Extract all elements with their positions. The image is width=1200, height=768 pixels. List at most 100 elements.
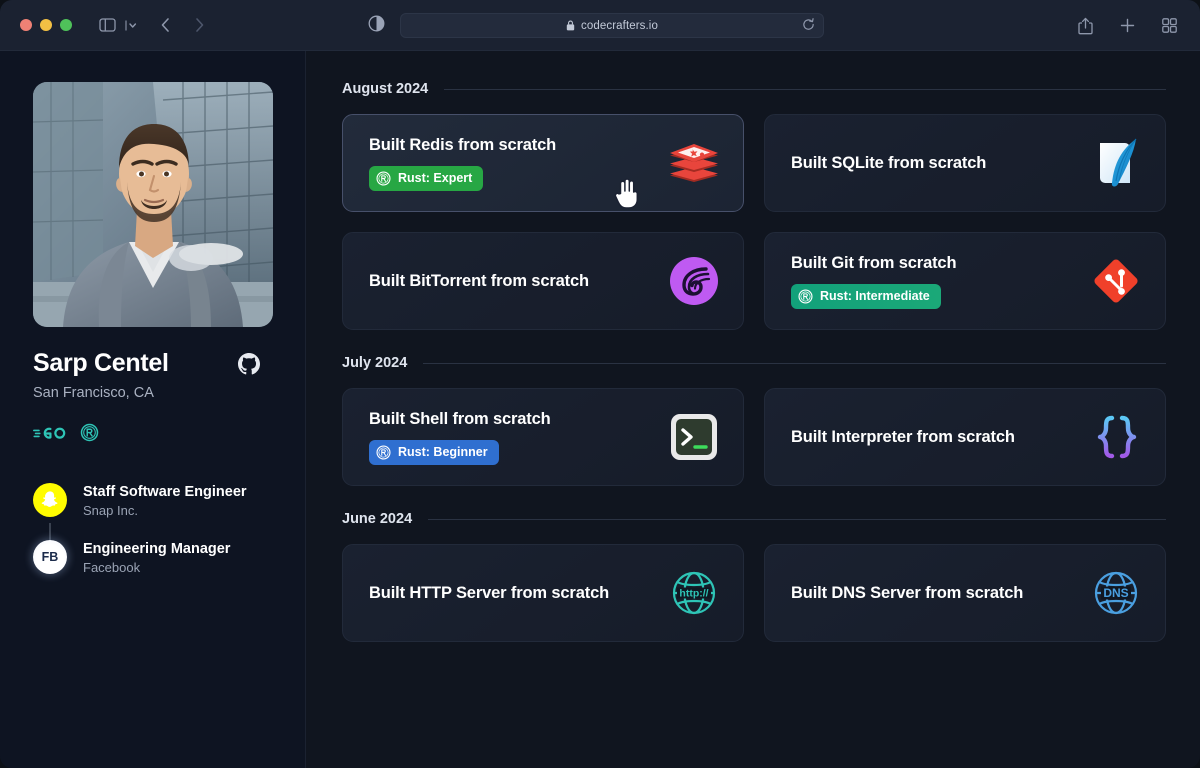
- window-controls: [20, 19, 72, 31]
- bittorrent-icon: [667, 254, 721, 308]
- challenge-card-git[interactable]: Built Git from scratch Rust: Intermediat…: [764, 232, 1166, 330]
- rust-icon: [80, 423, 99, 447]
- experience-title: Engineering Manager: [83, 541, 230, 557]
- card-body: Built BitTorrent from scratch: [369, 272, 667, 291]
- browser-window: codecrafters.io: [0, 0, 1200, 768]
- challenge-card-redis[interactable]: Built Redis from scratch Rust: Expert: [342, 114, 744, 212]
- divider: [423, 363, 1166, 364]
- badge-label: Rust: Expert: [398, 171, 472, 185]
- month-header: June 2024: [342, 511, 1166, 527]
- card-title: Built Git from scratch: [791, 254, 1089, 273]
- card-grid: Built HTTP Server from scratch: [342, 544, 1166, 642]
- sidebar-dropdown-icon[interactable]: [122, 12, 138, 38]
- status-badge: Rust: Intermediate: [791, 284, 941, 309]
- card-grid: Built Shell from scratch Rust: Beginner: [342, 388, 1166, 486]
- rust-icon: [376, 445, 391, 460]
- divider: [428, 519, 1166, 520]
- card-body: Built Git from scratch Rust: Intermediat…: [791, 254, 1089, 309]
- page-content: Sarp Centel San Francisco, CA: [0, 51, 1200, 768]
- sidebar-toggle-group: [94, 12, 138, 38]
- badge-label: Rust: Beginner: [398, 445, 488, 459]
- git-icon: [1089, 254, 1143, 308]
- toolbar-actions: [1072, 0, 1182, 51]
- new-tab-icon[interactable]: [1114, 13, 1140, 39]
- dns-server-icon: DNS: [1089, 566, 1143, 620]
- status-badge: Rust: Beginner: [369, 440, 499, 465]
- badge-label: Rust: Intermediate: [820, 289, 930, 303]
- back-button[interactable]: [152, 12, 178, 38]
- page-title: Sarp Centel: [33, 349, 169, 378]
- month-label: August 2024: [342, 81, 428, 97]
- profile-identity: Sarp Centel: [33, 349, 272, 378]
- redis-icon: [667, 136, 721, 190]
- sidebar-toggle-icon[interactable]: [94, 12, 120, 38]
- shell-icon: [667, 410, 721, 464]
- card-title: Built HTTP Server from scratch: [369, 584, 667, 603]
- list-item[interactable]: FB Engineering Manager Facebook: [33, 540, 272, 575]
- github-icon[interactable]: [238, 353, 260, 375]
- challenge-card-sqlite[interactable]: Built SQLite from scratch: [764, 114, 1166, 212]
- facebook-icon: FB: [33, 540, 67, 574]
- sqlite-icon: [1089, 136, 1143, 190]
- browser-toolbar: codecrafters.io: [0, 0, 1200, 51]
- card-body: Built Interpreter from scratch: [791, 428, 1089, 447]
- divider: [444, 89, 1166, 90]
- challenge-card-http-server[interactable]: Built HTTP Server from scratch: [342, 544, 744, 642]
- minimize-window-button[interactable]: [40, 19, 52, 31]
- interpreter-icon: [1089, 410, 1143, 464]
- svg-text:DNS: DNS: [1103, 586, 1128, 600]
- rust-icon: [376, 171, 391, 186]
- experience-company: Facebook: [83, 560, 230, 575]
- avatar: [33, 82, 273, 327]
- http-server-icon: http://: [667, 566, 721, 620]
- challenge-card-interpreter[interactable]: Built Interpreter from scratch: [764, 388, 1166, 486]
- card-title: Built SQLite from scratch: [791, 154, 1089, 173]
- month-header: August 2024: [342, 81, 1166, 97]
- card-title: Built Shell from scratch: [369, 410, 667, 429]
- month-label: July 2024: [342, 355, 407, 371]
- list-item[interactable]: Staff Software Engineer Snap Inc.: [33, 483, 272, 518]
- month-label: June 2024: [342, 511, 412, 527]
- challenge-card-bittorrent[interactable]: Built BitTorrent from scratch: [342, 232, 744, 330]
- card-title: Built BitTorrent from scratch: [369, 272, 667, 291]
- reload-icon[interactable]: [802, 18, 815, 36]
- experience-text: Engineering Manager Facebook: [83, 540, 230, 575]
- address-bar[interactable]: codecrafters.io: [400, 13, 824, 38]
- card-title: Built Interpreter from scratch: [791, 428, 1089, 447]
- share-icon[interactable]: [1072, 13, 1098, 39]
- challenge-card-shell[interactable]: Built Shell from scratch Rust: Beginner: [342, 388, 744, 486]
- maximize-window-button[interactable]: [60, 19, 72, 31]
- close-window-button[interactable]: [20, 19, 32, 31]
- experience-company: Snap Inc.: [83, 503, 247, 518]
- card-body: Built DNS Server from scratch: [791, 584, 1089, 603]
- status-badge: Rust: Expert: [369, 166, 483, 191]
- forward-button[interactable]: [186, 12, 212, 38]
- rust-icon: [798, 289, 813, 304]
- navigation-buttons: [152, 12, 212, 38]
- lock-icon: [566, 20, 575, 31]
- card-body: Built HTTP Server from scratch: [369, 584, 667, 603]
- tab-overview-icon[interactable]: [1156, 13, 1182, 39]
- url-text: codecrafters.io: [581, 20, 658, 32]
- challenge-card-dns-server[interactable]: Built DNS Server from scratch: [764, 544, 1166, 642]
- card-grid: Built Redis from scratch Rust: Expert: [342, 114, 1166, 330]
- experience-list: Staff Software Engineer Snap Inc. FB Eng…: [33, 483, 272, 575]
- profile-location: San Francisco, CA: [33, 385, 272, 401]
- snapchat-icon: [33, 483, 67, 517]
- go-icon: [33, 425, 67, 446]
- experience-text: Staff Software Engineer Snap Inc.: [83, 483, 247, 518]
- card-body: Built SQLite from scratch: [791, 154, 1089, 173]
- card-body: Built Shell from scratch Rust: Beginner: [369, 410, 667, 465]
- svg-text:http://: http://: [679, 587, 708, 599]
- language-badges: [33, 423, 272, 447]
- card-body: Built Redis from scratch Rust: Expert: [369, 136, 667, 191]
- avatar-image: [33, 82, 273, 327]
- profile-sidebar: Sarp Centel San Francisco, CA: [0, 51, 306, 768]
- facebook-logo-text: FB: [42, 550, 59, 564]
- card-title: Built Redis from scratch: [369, 136, 667, 155]
- timeline-main: August 2024 Built Redis from scratch Rus…: [306, 51, 1200, 768]
- reader-view-icon[interactable]: [368, 15, 385, 37]
- experience-title: Staff Software Engineer: [83, 484, 247, 500]
- card-title: Built DNS Server from scratch: [791, 584, 1089, 603]
- month-header: July 2024: [342, 355, 1166, 371]
